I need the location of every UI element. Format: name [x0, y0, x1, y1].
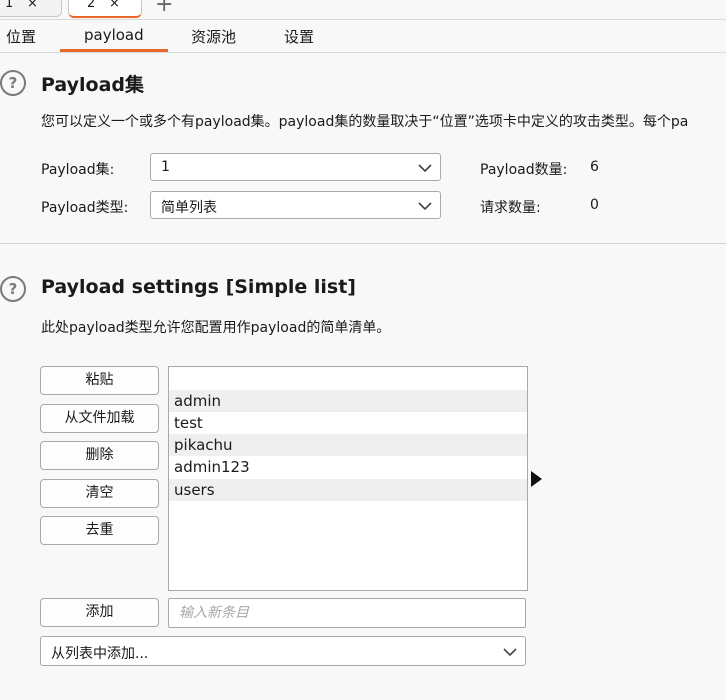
editor-tab-strip: 1 × 2 × +	[0, 0, 726, 18]
editor-tab-label: 1	[5, 0, 14, 11]
add-from-list-select[interactable]: 从列表中添加...	[40, 636, 526, 666]
payload-list[interactable]: admin test pikachu admin123 users	[168, 366, 528, 591]
help-icon[interactable]: ?	[0, 276, 26, 302]
close-icon[interactable]: ×	[27, 0, 38, 11]
list-item[interactable]: users	[169, 479, 527, 501]
request-count-value: 0	[590, 197, 599, 213]
divider	[0, 52, 726, 53]
clear-button[interactable]: 清空	[40, 479, 159, 508]
deduplicate-button[interactable]: 去重	[40, 516, 159, 545]
list-item[interactable]: admin123	[169, 456, 527, 478]
close-icon[interactable]: ×	[109, 0, 120, 11]
tab-positions[interactable]: 位置	[6, 26, 36, 47]
paste-button[interactable]: 粘贴	[40, 366, 159, 395]
payload-type-value: 简单列表	[161, 200, 217, 216]
divider	[0, 19, 726, 20]
list-item[interactable]: pikachu	[169, 434, 527, 456]
payload-count-label: Payload数量:	[480, 162, 568, 178]
editor-tab-1[interactable]: 1 ×	[0, 0, 62, 17]
list-item[interactable]	[169, 368, 527, 390]
payload-count-value: 6	[590, 159, 599, 175]
section-title-payload-sets: Payload集	[41, 74, 145, 96]
add-from-list-value: 从列表中添加...	[51, 646, 149, 662]
load-from-file-button[interactable]: 从文件加载	[40, 404, 159, 433]
tab-resource-pool[interactable]: 资源池	[191, 26, 236, 47]
editor-tab-2[interactable]: 2 ×	[68, 0, 142, 18]
payload-type-label: Payload类型:	[41, 200, 129, 216]
list-item[interactable]: test	[169, 412, 527, 434]
chevron-down-icon	[418, 164, 432, 173]
help-icon[interactable]: ?	[0, 70, 26, 96]
chevron-down-icon	[418, 202, 432, 211]
add-button[interactable]: 添加	[40, 598, 159, 627]
tab-settings[interactable]: 设置	[284, 26, 314, 47]
payload-type-select[interactable]: 简单列表	[150, 191, 441, 219]
expand-arrow-icon[interactable]	[531, 471, 542, 487]
request-count-label: 请求数量:	[480, 200, 541, 216]
new-item-input[interactable]	[168, 598, 526, 628]
add-tab-icon[interactable]: +	[155, 0, 173, 17]
section-description: 此处payload类型允许您配置用作payload的简单清单。	[41, 320, 391, 336]
list-item[interactable]: admin	[169, 390, 527, 412]
chevron-down-icon	[503, 648, 517, 657]
tab-payload[interactable]: payload	[84, 26, 144, 44]
section-description: 您可以定义一个或多个有payload集。payload集的数量取决于“位置”选项…	[41, 114, 689, 130]
editor-tab-label: 2	[87, 0, 96, 11]
payload-set-select[interactable]: 1	[150, 153, 441, 181]
remove-button[interactable]: 删除	[40, 441, 159, 470]
divider	[0, 243, 726, 244]
payload-set-label: Payload集:	[41, 162, 115, 178]
section-title-payload-settings: Payload settings [Simple list]	[41, 276, 356, 298]
payload-set-value: 1	[161, 159, 170, 175]
